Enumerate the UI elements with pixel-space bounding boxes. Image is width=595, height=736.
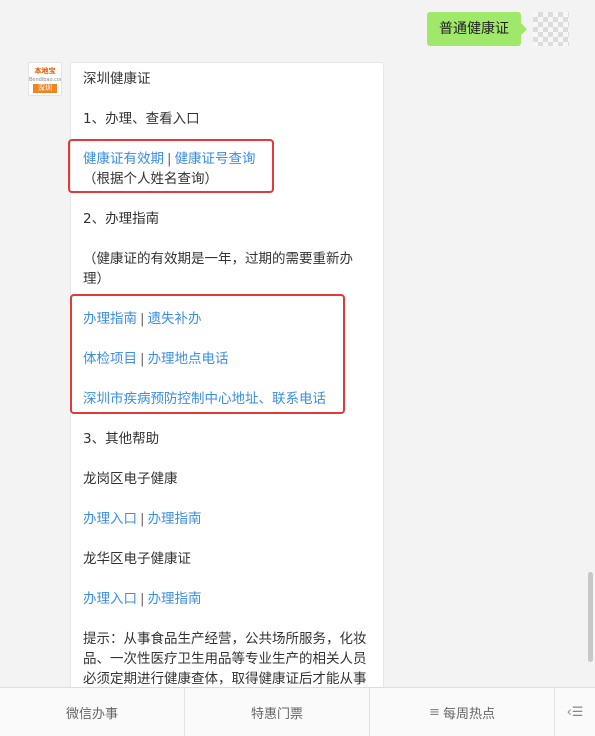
bot-message-bubble: 深圳健康证 1、办理、查看入口 健康证有效期 | 健康证号查询 （根据个人姓名查询）… (70, 62, 384, 702)
section2-link-row1: 办理指南 | 遗失补办 (83, 309, 371, 329)
longgang-links: 办理入口 | 办理指南 (83, 509, 371, 529)
cert-number-query-link[interactable]: 健康证号查询 (175, 151, 256, 167)
location-phone-link[interactable]: 办理地点电话 (148, 351, 229, 367)
menu-wechat-services[interactable]: 微信办事 (0, 688, 185, 736)
reissue-link[interactable]: 遗失补办 (148, 311, 202, 327)
longhua-links: 办理入口 | 办理指南 (83, 589, 371, 609)
bottom-menu: 微信办事 特惠门票 ≡ 每周热点 ‹☰ (0, 687, 595, 736)
section3-heading: 3、其他帮助 (83, 431, 160, 447)
section2-link-row2: 体检项目 | 办理地点电话 (83, 349, 371, 369)
menu-discount-tickets-label: 特惠门票 (250, 706, 303, 722)
list-icon: ≡ (429, 704, 440, 720)
bot-avatar-domain: Bendibao.com (29, 77, 62, 83)
longhua-guide-link[interactable]: 办理指南 (148, 591, 202, 607)
keyboard-toggle[interactable]: ‹☰ (555, 688, 595, 736)
user-avatar[interactable] (533, 12, 569, 46)
section1-heading: 1、办理、查看入口 (83, 111, 200, 127)
menu-wechat-services-label: 微信办事 (65, 706, 118, 722)
tip-text: 提示：从事食品生产经营，公共场所服务，化妆品、一次性医疗卫生用品等专业生产的相关… (83, 631, 367, 687)
section2-link-row3: 深圳市疾病预防控制中心地址、联系电话 (83, 389, 371, 409)
separator: | (140, 311, 145, 327)
scrollbar[interactable] (588, 572, 593, 662)
section2-heading: 2、办理指南 (83, 211, 160, 227)
separator: | (140, 351, 145, 367)
longhua-entry-link[interactable]: 办理入口 (83, 591, 137, 607)
separator: | (140, 591, 145, 607)
longgang-entry-link[interactable]: 办理入口 (83, 511, 137, 527)
bot-avatar[interactable]: 本地宝 Bendibao.com 深圳 (28, 62, 62, 96)
section1-links: 健康证有效期 | 健康证号查询 （根据个人姓名查询） (83, 149, 371, 189)
section1-note: （根据个人姓名查询） (83, 171, 218, 187)
exam-items-link[interactable]: 体检项目 (83, 351, 137, 367)
longgang-guide-link[interactable]: 办理指南 (148, 511, 202, 527)
validity-link[interactable]: 健康证有效期 (83, 151, 164, 167)
separator: | (140, 511, 145, 527)
menu-discount-tickets[interactable]: 特惠门票 (185, 688, 370, 736)
menu-weekly-hot-label: 每周热点 (442, 706, 495, 722)
user-message-bubble[interactable]: 普通健康证 (427, 12, 527, 46)
cdc-address-link[interactable]: 深圳市疾病预防控制中心地址、联系电话 (83, 391, 326, 407)
separator: | (167, 151, 172, 167)
guide-link[interactable]: 办理指南 (83, 311, 137, 327)
longgang-title: 龙岗区电子健康 (83, 471, 178, 487)
keyboard-icon: ‹☰ (566, 704, 584, 720)
section2-note: （健康证的有效期是一年，过期的需要重新办理） (83, 251, 353, 287)
bot-title: 深圳健康证 (83, 71, 151, 87)
user-message-row: 普通健康证 (427, 12, 569, 46)
bot-avatar-city: 深圳 (33, 84, 57, 93)
bot-avatar-brand: 本地宝 (34, 67, 56, 75)
menu-weekly-hot[interactable]: ≡ 每周热点 (370, 688, 555, 736)
longhua-title: 龙华区电子健康证 (83, 551, 191, 567)
